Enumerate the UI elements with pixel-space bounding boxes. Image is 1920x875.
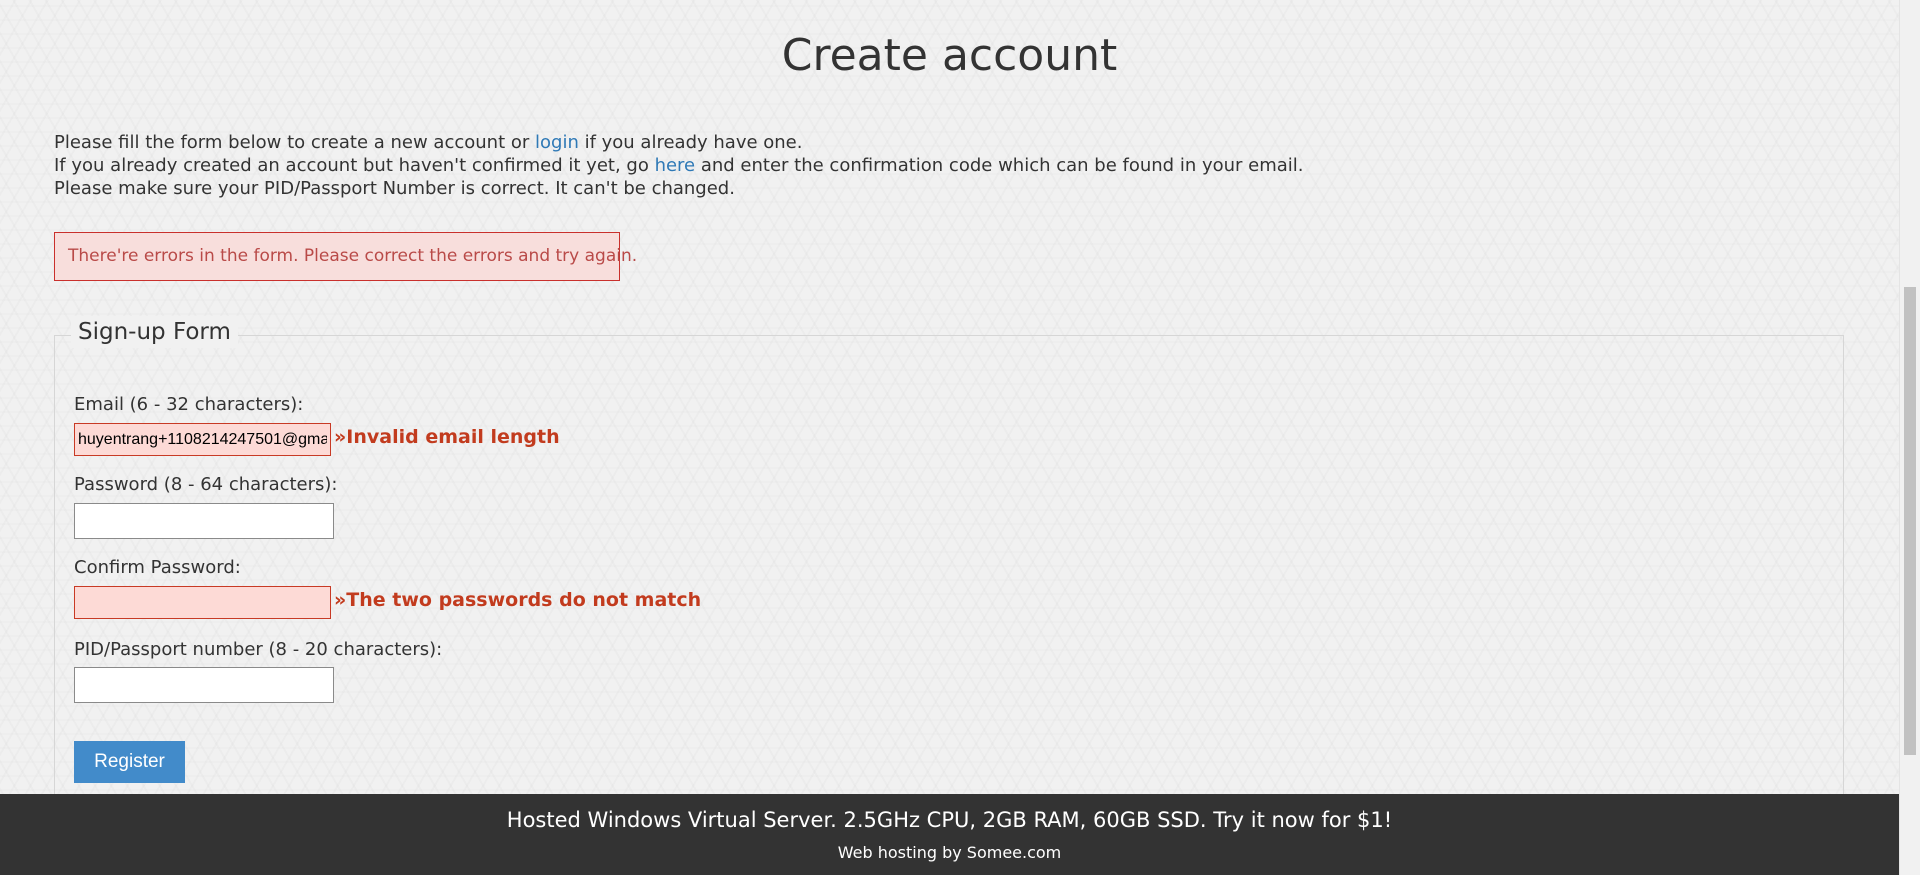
- vertical-scrollbar[interactable]: [1899, 0, 1920, 875]
- confirm-here-link[interactable]: here: [655, 155, 696, 176]
- password-label: Password (8 - 64 characters):: [74, 474, 338, 495]
- register-button[interactable]: Register: [74, 741, 185, 783]
- pid-field[interactable]: [74, 667, 334, 703]
- intro-line-login: Please fill the form below to create a n…: [54, 131, 1304, 154]
- intro-line-pid-note: Please make sure your PID/Passport Numbe…: [54, 178, 735, 199]
- email-field[interactable]: [74, 423, 331, 456]
- confirm-password-error: »The two passwords do not match: [334, 589, 702, 611]
- email-error: »Invalid email length: [334, 426, 560, 448]
- intro-line-confirm: If you already created an account but ha…: [54, 154, 1304, 177]
- login-link[interactable]: login: [535, 132, 579, 153]
- page-title: Create account: [781, 30, 1118, 81]
- intro-line1-start: Please fill the form below to create a n…: [54, 132, 535, 153]
- intro-line2-end: and enter the confirmation code which ca…: [695, 155, 1304, 176]
- hosting-promo-link[interactable]: Hosted Windows Virtual Server. 2.5GHz CP…: [0, 806, 1899, 834]
- intro-line2-start: If you already created an account but ha…: [54, 155, 655, 176]
- signup-form-fieldset: [54, 335, 1844, 805]
- email-label: Email (6 - 32 characters):: [74, 394, 304, 415]
- scrollbar-thumb[interactable]: [1904, 287, 1916, 755]
- footer-banner: Hosted Windows Virtual Server. 2.5GHz CP…: [0, 794, 1899, 875]
- confirm-password-field[interactable]: [74, 586, 331, 619]
- confirm-password-label: Confirm Password:: [74, 557, 241, 578]
- signup-form-legend: Sign-up Form: [71, 316, 238, 348]
- web-hosting-link[interactable]: Web hosting by Somee.com: [0, 842, 1899, 864]
- pid-label: PID/Passport number (8 - 20 characters):: [74, 639, 443, 660]
- password-field[interactable]: [74, 503, 334, 539]
- form-error-summary: There're errors in the form. Please corr…: [54, 232, 637, 281]
- intro-line1-end: if you already have one.: [578, 132, 803, 153]
- intro-text: Please fill the form below to create a n…: [54, 131, 1304, 200]
